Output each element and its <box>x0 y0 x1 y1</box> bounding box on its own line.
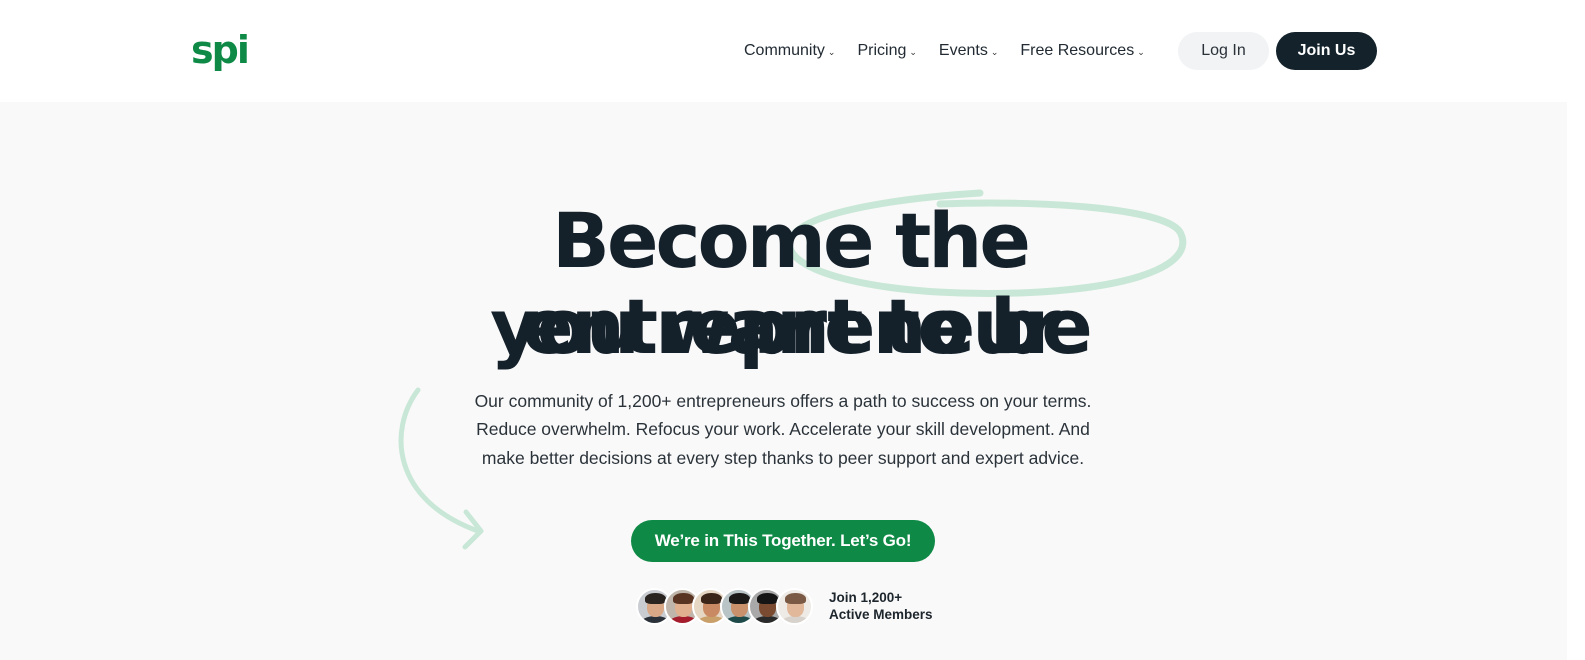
hero-subtext-line2: Reduce overwhelm. Refocus your work. Acc… <box>476 419 1090 439</box>
nav-item-label: Community <box>744 42 825 59</box>
login-button[interactable]: Log In <box>1178 32 1269 70</box>
nav-item-events[interactable]: Events ⌄ <box>939 42 998 60</box>
nav-item-label: Events <box>938 42 988 59</box>
members-line1: Join 1,200+ <box>829 590 903 605</box>
chevron-down-icon: ⌄ <box>990 46 999 57</box>
nav-item-label: Pricing <box>857 42 907 59</box>
page-scrollbar-track[interactable] <box>1567 0 1585 660</box>
chevron-down-icon: ⌄ <box>909 46 917 57</box>
members-count-label: Join 1,200+ Active Members <box>829 589 933 623</box>
avatar <box>776 588 813 625</box>
hero-subtext-line3: make better decisions at every step than… <box>481 448 1085 468</box>
spi-logo[interactable]: spi <box>191 30 250 70</box>
join-us-button[interactable]: Join Us <box>1276 32 1377 70</box>
members-line2: Active Members <box>829 607 933 622</box>
chevron-down-icon: ⌄ <box>827 46 836 57</box>
nav-item-free-resources[interactable]: Free Resources ⌄ <box>1020 42 1144 60</box>
nav-item-pricing[interactable]: Pricing ⌄ <box>857 42 916 60</box>
nav-item-label: Free Resources <box>1020 42 1135 59</box>
hero-headline-line2: you want to be <box>490 282 1093 371</box>
site-header: spi Community ⌄ Pricing ⌄ Events ⌄ Free … <box>0 0 1585 102</box>
chevron-down-icon: ⌄ <box>1137 46 1145 57</box>
join-community-cta-button[interactable]: We’re in This Together. Let’s Go! <box>631 520 935 562</box>
main-nav: Community ⌄ Pricing ⌄ Events ⌄ Free Reso… <box>744 40 1167 62</box>
nav-item-community[interactable]: Community ⌄ <box>744 42 835 60</box>
hero-subtext-line1: Our community of 1,200+ entrepreneurs of… <box>474 391 1092 411</box>
member-avatars <box>636 588 816 626</box>
